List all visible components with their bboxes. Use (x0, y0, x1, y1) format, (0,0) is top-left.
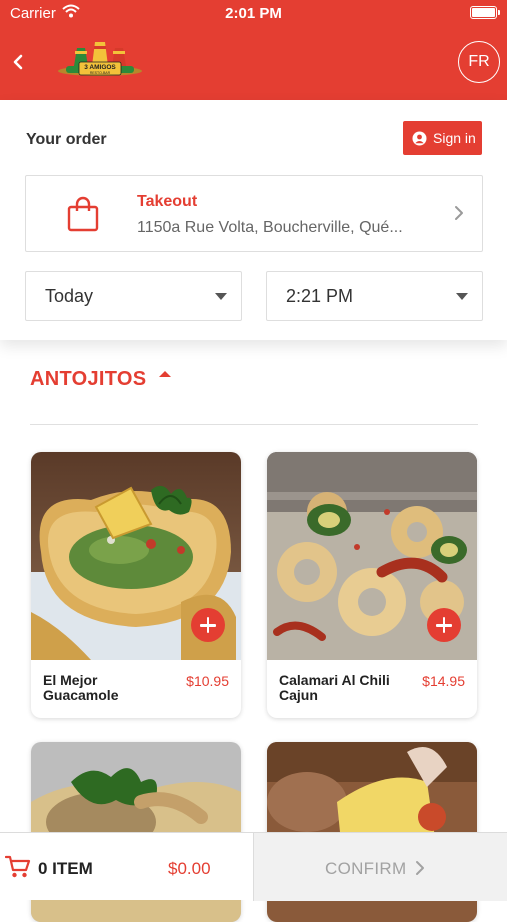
restaurant-logo: 3 AMIGOS RESTO-BAR (58, 42, 142, 76)
confirm-button[interactable]: CONFIRM (253, 833, 507, 901)
add-to-cart-button[interactable] (191, 608, 225, 642)
collapse-caret-icon[interactable] (159, 371, 171, 377)
logo-text: 3 AMIGOS (84, 64, 116, 71)
account-icon (412, 131, 427, 146)
product-price: $10.95 (186, 673, 229, 689)
day-select[interactable]: Today (25, 271, 242, 321)
sign-in-button[interactable]: Sign in (403, 121, 482, 155)
product-card[interactable]: El Mejor Guacamole $10.95 (31, 452, 241, 718)
status-bar: Carrier 2:01 PM (0, 0, 507, 28)
shopping-bag-icon (67, 196, 99, 232)
cart-bar: 0 ITEM $0.00 CONFIRM (0, 832, 507, 901)
pickup-address: 1150a Rue Volta, Boucherville, Qué... (137, 219, 403, 236)
category-title[interactable]: ANTOJITOS (30, 368, 146, 391)
battery-icon (470, 6, 500, 19)
product-name: El Mejor Guacamole (43, 672, 119, 703)
cart-icon[interactable] (5, 855, 31, 879)
category-divider (30, 424, 478, 425)
order-mode-card[interactable]: Takeout 1150a Rue Volta, Boucherville, Q… (25, 175, 483, 252)
cart-total: $0.00 (168, 859, 211, 878)
status-time: 2:01 PM (225, 5, 282, 22)
product-name: Calamari Al Chili Cajun (279, 672, 390, 703)
language-toggle-button[interactable]: FR (458, 41, 500, 83)
time-select-value: 2:21 PM (286, 286, 354, 306)
confirm-label: CONFIRM (325, 859, 407, 878)
sign-in-label: Sign in (433, 130, 476, 146)
app-header: Carrier 2:01 PM 3 AMIGOS RESTO-BAR FR (0, 0, 507, 100)
cart-item-count[interactable]: 0 ITEM (38, 859, 93, 879)
dropdown-arrow-icon (456, 293, 468, 300)
your-order-title: Your order (26, 131, 107, 148)
day-select-value: Today (45, 286, 94, 306)
add-to-cart-button[interactable] (427, 608, 461, 642)
chevron-right-icon (416, 861, 424, 875)
back-icon[interactable] (8, 50, 30, 74)
order-mode-label: Takeout (137, 193, 198, 210)
product-price: $14.95 (422, 673, 465, 689)
product-card[interactable]: Calamari Al Chili Cajun $14.95 (267, 452, 477, 718)
time-select[interactable]: 2:21 PM (266, 271, 483, 321)
logo-subtext: RESTO-BAR (90, 71, 111, 75)
dropdown-arrow-icon (215, 293, 227, 300)
order-panel: Your order Sign in Takeout 1150a Rue Vol… (0, 100, 507, 340)
chevron-right-icon (455, 206, 463, 220)
